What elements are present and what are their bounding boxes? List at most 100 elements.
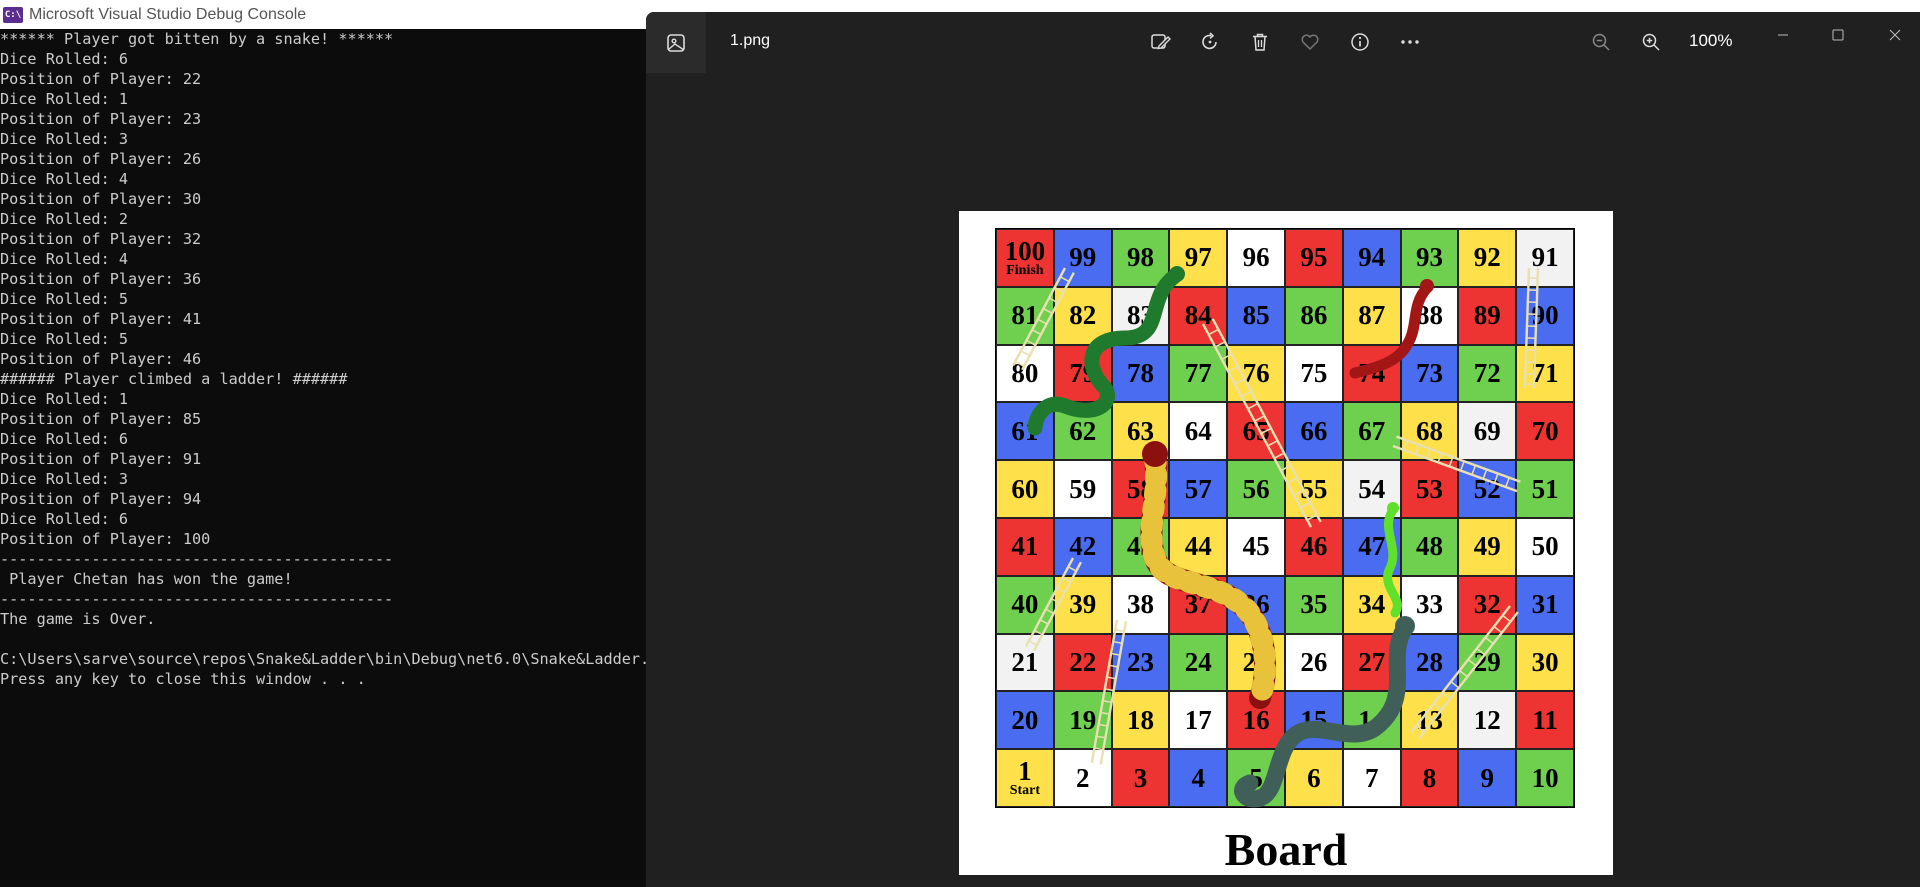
console-line: ----------------------------------------… bbox=[0, 550, 394, 568]
cell-number: 74 bbox=[1358, 357, 1386, 388]
cell-number: 29 bbox=[1473, 646, 1501, 677]
board-cell: 94 bbox=[1342, 229, 1401, 287]
zoom-level[interactable]: 100% bbox=[1689, 31, 1732, 51]
edit-image-icon bbox=[1151, 34, 1171, 50]
cell-number: 58 bbox=[1126, 473, 1154, 504]
console-line: Position of Player: 22 bbox=[0, 70, 202, 88]
cell-number: 73 bbox=[1415, 357, 1443, 388]
board-cell: 64 bbox=[1169, 402, 1228, 461]
cell-number: 42 bbox=[1069, 531, 1097, 562]
cell-number: 97 bbox=[1184, 242, 1212, 273]
board-cell: 68 bbox=[1400, 402, 1459, 461]
cell-number: 67 bbox=[1358, 415, 1386, 446]
cell-number: 15 bbox=[1300, 704, 1328, 735]
cell-number: 2 bbox=[1075, 762, 1090, 793]
console-output[interactable]: ****** Player got bitten by a snake! ***… bbox=[0, 29, 646, 887]
board-cell: 47 bbox=[1342, 517, 1401, 576]
board-cell: 97 bbox=[1169, 229, 1228, 287]
more-options-button[interactable] bbox=[1397, 29, 1423, 55]
start-label: Start bbox=[1009, 783, 1041, 799]
board-cell: 40 bbox=[996, 575, 1054, 634]
maximize-button[interactable] bbox=[1823, 20, 1853, 50]
board-cell: 26 bbox=[1284, 633, 1343, 692]
board-cell: 57 bbox=[1169, 460, 1228, 518]
board-cell: 7 bbox=[1342, 749, 1401, 807]
zoom-out-button[interactable] bbox=[1588, 29, 1614, 55]
board-cell: 98 bbox=[1111, 229, 1170, 287]
delete-button[interactable] bbox=[1247, 29, 1273, 55]
cell-number: 51 bbox=[1531, 473, 1559, 504]
console-line: Dice Rolled: 1 bbox=[0, 90, 129, 108]
favorite-button[interactable] bbox=[1297, 29, 1323, 55]
board-cell: 44 bbox=[1169, 517, 1228, 576]
gallery-button[interactable] bbox=[646, 12, 706, 73]
cell-number: 92 bbox=[1473, 242, 1501, 273]
cell-number: 24 bbox=[1184, 646, 1212, 677]
cell-number: 41 bbox=[1011, 531, 1039, 562]
board-cell: 88 bbox=[1400, 286, 1459, 345]
cell-number: 95 bbox=[1300, 242, 1328, 273]
close-button[interactable] bbox=[1880, 20, 1910, 50]
console-line: Press any key to close this window . . . bbox=[0, 670, 366, 688]
cell-number: 80 bbox=[1011, 357, 1039, 388]
displayed-image: 100 Finish 99 98 97 96 95 94 93 92 91 81 82 83 84 85 86 8… bbox=[959, 211, 1613, 875]
cell-number: 31 bbox=[1531, 589, 1559, 620]
console-app-icon: C:\ bbox=[3, 6, 23, 23]
close-icon bbox=[1889, 29, 1901, 41]
console-line: C:\Users\sarve\source\repos\Snake&Ladder… bbox=[0, 650, 646, 668]
cell-number: 57 bbox=[1184, 473, 1212, 504]
zoom-in-button[interactable] bbox=[1638, 29, 1664, 55]
cell-number: 56 bbox=[1242, 473, 1270, 504]
board-cell: 70 bbox=[1516, 402, 1574, 461]
console-line: Position of Player: 32 bbox=[0, 230, 202, 248]
console-line: Dice Rolled: 4 bbox=[0, 170, 129, 188]
cell-number: 84 bbox=[1184, 300, 1212, 331]
cell-number: 70 bbox=[1531, 415, 1559, 446]
console-line: Dice Rolled: 5 bbox=[0, 290, 129, 308]
minimize-button[interactable] bbox=[1768, 20, 1798, 50]
board-cell: 45 bbox=[1227, 517, 1285, 576]
favorite-icon bbox=[1301, 34, 1319, 51]
board-cell: 100 Finish bbox=[996, 229, 1054, 287]
board-cell: 73 bbox=[1400, 344, 1459, 403]
board-cell: 76 bbox=[1227, 344, 1285, 403]
board-cell: 5 bbox=[1227, 749, 1285, 807]
cell-number: 30 bbox=[1531, 646, 1559, 677]
finish-label: Finish bbox=[1006, 262, 1044, 278]
cell-number: 91 bbox=[1531, 242, 1559, 273]
cell-number: 99 bbox=[1069, 242, 1097, 273]
board-cell: 49 bbox=[1458, 517, 1517, 576]
cell-number: 3 bbox=[1133, 762, 1148, 793]
board-cell: 2 bbox=[1053, 749, 1112, 807]
cell-number: 26 bbox=[1300, 646, 1328, 677]
console-line: Dice Rolled: 3 bbox=[0, 470, 129, 488]
cell-number: 18 bbox=[1126, 704, 1154, 735]
board-cell: 17 bbox=[1169, 691, 1228, 750]
cell-number: 83 bbox=[1126, 300, 1154, 331]
board-cell: 95 bbox=[1284, 229, 1343, 287]
minimize-icon bbox=[1778, 34, 1788, 36]
console-line: Dice Rolled: 1 bbox=[0, 390, 129, 408]
cell-number: 81 bbox=[1011, 300, 1039, 331]
cell-number: 43 bbox=[1126, 531, 1154, 562]
maximize-icon bbox=[1832, 29, 1844, 41]
cell-number: 22 bbox=[1069, 646, 1097, 677]
file-name: 1.png bbox=[730, 32, 771, 49]
board-cell: 85 bbox=[1227, 286, 1285, 345]
file-info-button[interactable] bbox=[1347, 29, 1373, 55]
rotate-button[interactable] bbox=[1197, 29, 1223, 55]
cell-number: 32 bbox=[1473, 589, 1501, 620]
console-line: The game is Over. bbox=[0, 610, 156, 628]
cell-number: 87 bbox=[1358, 300, 1386, 331]
cell-number: 37 bbox=[1184, 589, 1212, 620]
board-cell: 15 bbox=[1284, 691, 1343, 750]
console-line: Position of Player: 36 bbox=[0, 270, 202, 288]
board-cell: 10 bbox=[1516, 749, 1574, 807]
edit-image-button[interactable] bbox=[1147, 29, 1173, 55]
board-cell: 92 bbox=[1458, 229, 1517, 287]
cell-number: 68 bbox=[1415, 415, 1443, 446]
board-cell: 16 bbox=[1227, 691, 1285, 750]
board-cell: 11 bbox=[1516, 691, 1574, 750]
cell-number: 7 bbox=[1364, 762, 1379, 793]
board-cell: 96 bbox=[1227, 229, 1285, 287]
